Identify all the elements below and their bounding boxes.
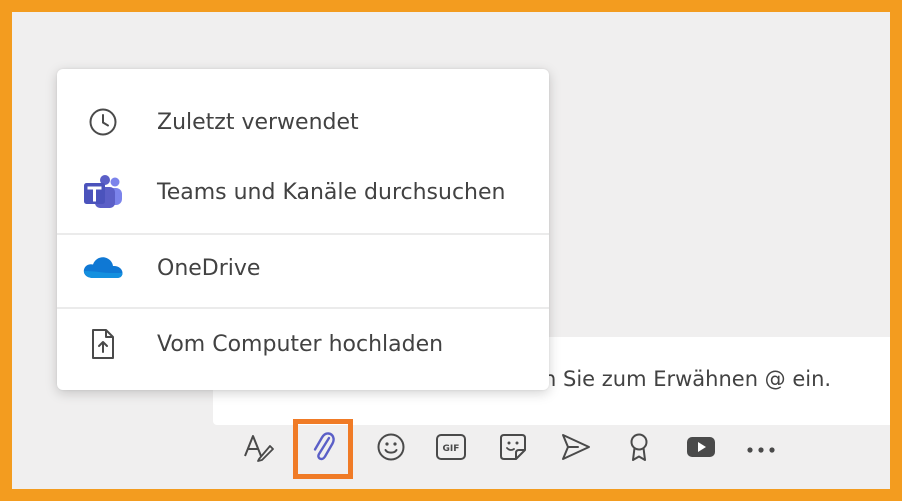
praise-icon [627,431,651,467]
menu-item-label: Zuletzt verwendet [157,109,359,135]
emoji-button[interactable] [369,427,413,471]
orange-frame: n Sie zum Erwähnen @ ein. Zuletzt verwen… [0,0,902,501]
clock-icon [79,102,127,142]
more-options-button[interactable] [739,427,783,471]
menu-divider [57,233,549,235]
praise-button[interactable] [617,427,661,471]
send-icon [560,432,592,466]
menu-item-onedrive[interactable]: OneDrive [57,238,549,298]
video-icon [685,434,717,464]
paperclip-icon [310,430,336,468]
format-text-icon [242,432,274,466]
onedrive-cloud-icon [79,248,127,288]
attach-button[interactable] [293,419,353,479]
teams-icon [79,172,127,212]
sticker-button[interactable] [491,427,535,471]
stream-button[interactable] [679,427,723,471]
more-options-icon [745,440,777,459]
svg-text:GIF: GIF [443,444,460,454]
compose-toolbar: GIF [236,419,796,479]
menu-divider [57,307,549,309]
menu-item-label: Teams und Kanäle durchsuchen [157,179,506,205]
gif-button[interactable]: GIF [429,427,473,471]
send-button[interactable] [554,427,598,471]
format-button[interactable] [236,427,280,471]
menu-item-teams[interactable]: Teams und Kanäle durchsuchen [57,162,549,222]
menu-item-label: OneDrive [157,255,261,281]
sticker-icon [498,432,528,466]
menu-item-upload[interactable]: Vom Computer hochladen [57,314,549,374]
menu-item-recent[interactable]: Zuletzt verwendet [57,92,549,152]
attach-menu: Zuletzt verwendet Teams und Kanäle durch… [57,69,549,390]
emoji-icon [376,432,406,466]
upload-file-icon [79,324,127,364]
gif-icon: GIF [435,433,467,465]
chat-area: n Sie zum Erwähnen @ ein. Zuletzt verwen… [12,12,890,489]
menu-item-label: Vom Computer hochladen [157,331,444,357]
compose-placeholder: n Sie zum Erwähnen @ ein. [543,367,832,391]
